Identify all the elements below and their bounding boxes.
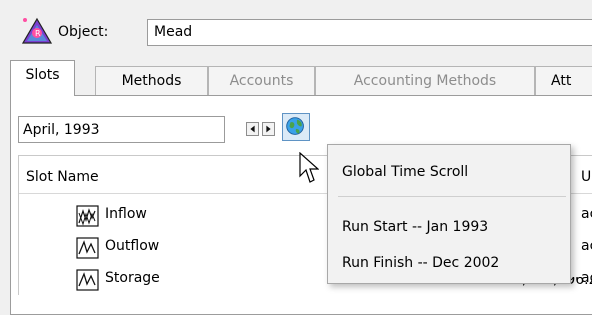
global-time-button[interactable] <box>282 113 310 141</box>
menu-item-run-finish[interactable]: Run Finish -- Dec 2002 <box>342 255 499 271</box>
tab-bar: Slots Methods Accounts Accounting Method… <box>10 60 592 96</box>
slot-unit: ac <box>581 238 592 254</box>
mouse-cursor-icon <box>299 152 319 183</box>
object-header: R Object: Mead <box>0 0 592 56</box>
svg-text:R: R <box>35 29 41 38</box>
object-label: Object: <box>58 24 109 40</box>
previous-time-button[interactable] <box>246 122 259 136</box>
globe-icon <box>286 117 304 135</box>
reservoir-triangle-icon: R <box>22 17 52 44</box>
units-column-header[interactable]: Ur <box>581 169 592 185</box>
slot-name: Storage <box>105 270 160 286</box>
menu-item-global-time-scroll[interactable]: Global Time Scroll <box>342 164 468 180</box>
slot-name: Outflow <box>105 238 160 254</box>
slot-name: Inflow <box>105 206 147 222</box>
menu-item-run-start[interactable]: Run Start -- Jan 1993 <box>342 219 488 235</box>
slot-unit: ac <box>581 206 592 222</box>
date-display[interactable]: April, 1993 <box>18 116 225 143</box>
global-time-menu: Global Time Scroll Run Start -- Jan 1993… <box>327 144 571 284</box>
next-time-button[interactable] <box>262 122 275 136</box>
series-slot-icon <box>76 205 99 227</box>
tab-slots[interactable]: Slots <box>10 60 75 96</box>
series-slot-icon <box>76 237 99 259</box>
object-name-field[interactable]: Mead <box>147 19 592 46</box>
tab-accounting-methods[interactable]: Accounting Methods <box>315 66 535 96</box>
slot-name-column-header[interactable]: Slot Name <box>26 169 99 185</box>
slot-unit: ac <box>581 270 592 286</box>
series-slot-icon <box>76 269 99 291</box>
menu-separator <box>338 196 566 197</box>
tab-attributes[interactable]: Att <box>535 66 592 96</box>
tab-accounts[interactable]: Accounts <box>208 66 315 96</box>
tab-methods[interactable]: Methods <box>95 66 208 96</box>
